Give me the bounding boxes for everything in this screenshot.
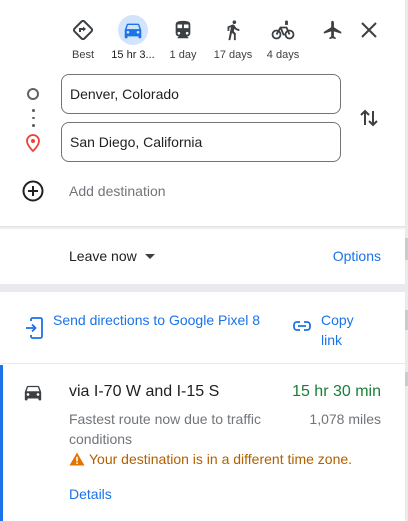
bike-icon: [268, 15, 298, 45]
mode-label: Best: [71, 49, 94, 61]
route-description: Fastest route now due to traffic conditi…: [69, 411, 261, 447]
timezone-warning: Your destination is in a different time …: [69, 451, 352, 467]
close-icon: [361, 22, 377, 38]
leave-now-dropdown[interactable]: Leave now: [69, 248, 155, 264]
swap-arrows-icon: [360, 109, 378, 127]
route-distance: 1,078 miles: [309, 411, 381, 427]
walk-icon: [218, 15, 248, 45]
origin-circle-icon: [27, 88, 39, 100]
directions-panel: Best 15 hr 3... 1 day 17 days 4 days Den…: [0, 0, 406, 521]
swap-origin-destination-button[interactable]: [357, 106, 381, 130]
leave-now-label: Leave now: [69, 248, 137, 264]
mode-driving[interactable]: 15 hr 3...: [108, 12, 158, 62]
dropdown-caret-icon: [144, 253, 155, 259]
timezone-warning-text: Your destination is in a different time …: [89, 451, 353, 467]
mode-label: 17 days: [213, 49, 253, 61]
mode-walking[interactable]: 17 days: [208, 12, 258, 62]
send-to-device-link[interactable]: Send directions to Google Pixel 8: [53, 310, 273, 330]
car-icon: [24, 385, 42, 401]
route-option-card[interactable]: via I-70 W and I-15 S 15 hr 30 min Faste…: [0, 365, 406, 521]
selected-route-indicator: [0, 365, 3, 521]
section-divider: [0, 284, 406, 292]
mode-flights[interactable]: [308, 12, 358, 62]
add-destination-button[interactable]: Add destination: [0, 175, 406, 207]
travel-mode-bar: Best 15 hr 3... 1 day 17 days 4 days: [58, 12, 358, 62]
close-directions-button[interactable]: [355, 16, 383, 44]
diamond-turn-icon: [68, 15, 98, 45]
destination-input[interactable]: San Diego, California: [61, 122, 341, 162]
origin-input[interactable]: Denver, Colorado: [61, 74, 341, 114]
mode-transit[interactable]: 1 day: [158, 12, 208, 62]
car-icon: [118, 15, 148, 45]
mode-label: 15 hr 3...: [111, 49, 155, 61]
options-link[interactable]: Options: [333, 248, 381, 264]
mode-cycling[interactable]: 4 days: [258, 12, 308, 62]
mode-best[interactable]: Best: [58, 12, 108, 62]
add-destination-label: Add destination: [69, 183, 166, 199]
route-duration: 15 hr 30 min: [292, 383, 381, 400]
warning-icon: [69, 452, 85, 466]
add-circle-icon: [22, 180, 44, 202]
copy-link-button[interactable]: Copy link: [321, 310, 371, 350]
route-details-link[interactable]: Details: [69, 486, 112, 502]
mode-label: 4 days: [266, 49, 300, 61]
section-shadow-divider: [0, 226, 406, 230]
airplane-icon: [318, 15, 348, 45]
destination-pin-icon: [26, 134, 40, 157]
route-dots-icon: [32, 109, 35, 132]
link-icon: [293, 321, 311, 331]
mode-label: 1 day: [169, 49, 197, 61]
row-divider: [0, 363, 406, 364]
send-directions-row: Send directions to Google Pixel 8 Copy l…: [0, 293, 406, 363]
route-via-label: via I-70 W and I-15 S: [69, 383, 220, 400]
train-icon: [168, 15, 198, 45]
send-to-phone-icon: [26, 317, 43, 339]
